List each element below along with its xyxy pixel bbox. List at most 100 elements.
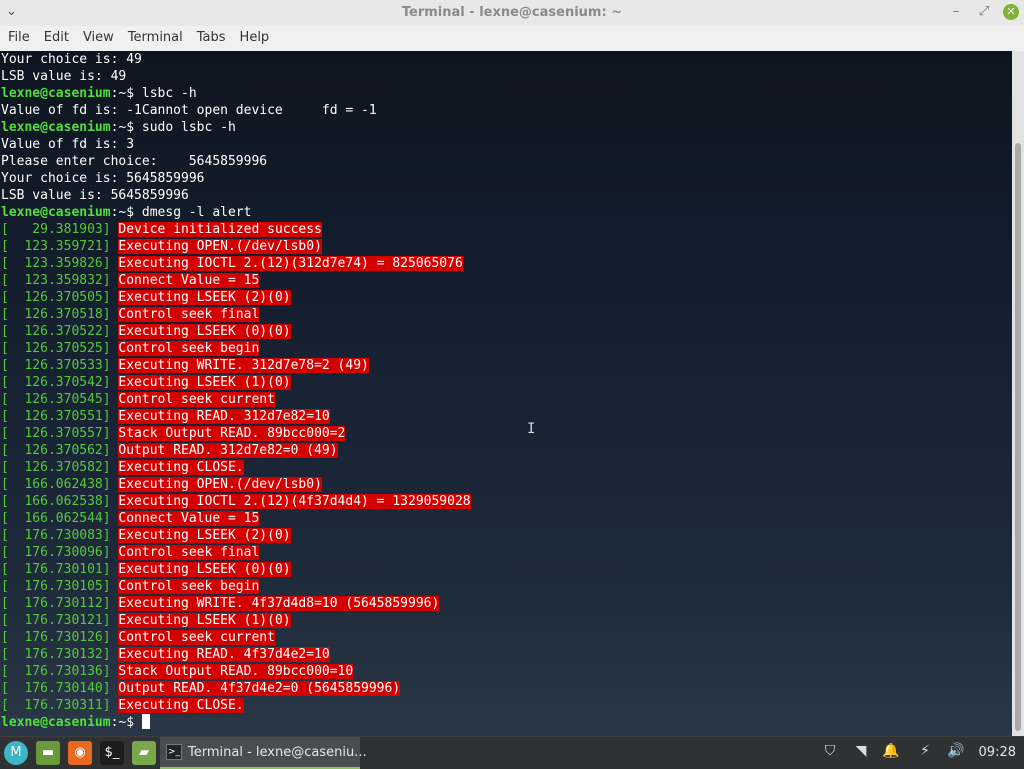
prompt-user-host: lexne@casenium: [1, 715, 111, 730]
prompt-user-host: lexne@casenium: [1, 205, 111, 220]
dmesg-message: Executing OPEN.(/dev/lsb0): [118, 477, 322, 492]
dmesg-timestamp: [ 126.370545]: [1, 392, 119, 407]
dmesg-message: Stack Output READ. 89bcc000=2: [118, 426, 346, 441]
dmesg-line: [ 166.062438] Executing OPEN.(/dev/lsb0): [1, 476, 471, 493]
dmesg-line: [ 126.370522] Executing LSEEK (0)(0): [1, 323, 471, 340]
dmesg-message: Control seek begin: [118, 579, 260, 594]
menu-view[interactable]: View: [75, 26, 120, 51]
terminal-output-line: Your choice is: 49: [1, 52, 142, 67]
dmesg-message: Control seek current: [118, 392, 275, 407]
dmesg-line: [ 126.370533] Executing WRITE. 312d7e78=…: [1, 357, 471, 374]
terminal-cursor: [141, 714, 150, 729]
dmesg-message: Executing WRITE. 4f37d4d8=10 (5645859996…: [118, 596, 440, 611]
terminal-command-line: lexne@casenium:~$ sudo lsbc -h: [1, 119, 471, 136]
dmesg-timestamp: [ 126.370505]: [1, 290, 119, 305]
terminal-output-line: Value of fd is: -1Cannot open device fd …: [1, 103, 377, 118]
menu-edit[interactable]: Edit: [36, 26, 75, 51]
dmesg-line: [ 176.730140] Output READ. 4f37d4e2=0 (5…: [1, 680, 471, 697]
menu-tabs[interactable]: Tabs: [189, 26, 232, 51]
dmesg-message: Executing WRITE. 312d7e78=2 (49): [118, 358, 369, 373]
dmesg-timestamp: [ 166.062544]: [1, 511, 119, 526]
firefox-icon[interactable]: ◉: [68, 741, 92, 765]
dmesg-line: [ 176.730126] Control seek current: [1, 629, 471, 646]
dmesg-timestamp: [ 166.062538]: [1, 494, 119, 509]
dmesg-timestamp: [ 126.370518]: [1, 307, 119, 322]
dmesg-line: [ 29.381903] Device initialized success: [1, 221, 471, 238]
terminal-scrollbar[interactable]: [1012, 51, 1024, 736]
taskbar-task-label: Terminal - lexne@caseniu...: [188, 745, 367, 760]
dmesg-message: Control seek final: [118, 545, 260, 560]
taskbar: M ▬ ◉ $_ ▰ >_ Terminal - lexne@caseniu... ⛉ ◥…: [0, 736, 1024, 769]
dmesg-timestamp: [ 126.370557]: [1, 426, 119, 441]
menu-terminal[interactable]: Terminal: [120, 26, 189, 51]
notifications-bell-icon[interactable]: 🔔: [881, 743, 901, 759]
dmesg-timestamp: [ 126.370562]: [1, 443, 119, 458]
terminal-launcher-icon[interactable]: $_: [100, 741, 124, 765]
dmesg-line: [ 176.730121] Executing LSEEK (1)(0): [1, 612, 471, 629]
dmesg-timestamp: [ 126.370533]: [1, 358, 119, 373]
prompt-suffix: :~$: [110, 205, 142, 220]
terminal-output-line: LSB value is: 5645859996: [1, 188, 189, 203]
terminal-command-line: lexne@casenium:~$: [1, 714, 471, 731]
terminal-output-line: Value of fd is: 3: [1, 137, 135, 152]
dmesg-timestamp: [ 176.730105]: [1, 579, 119, 594]
taskbar-terminal-task[interactable]: >_ Terminal - lexne@caseniu...: [160, 737, 367, 769]
power-icon[interactable]: ⚡: [915, 743, 935, 759]
dmesg-line: [ 176.730096] Control seek final: [1, 544, 471, 561]
prompt-suffix: :~$: [110, 715, 142, 730]
dmesg-timestamp: [ 176.730083]: [1, 528, 119, 543]
dmesg-timestamp: [ 176.730121]: [1, 613, 119, 628]
terminal-command-line: lexne@casenium:~$ dmesg -l alert: [1, 204, 471, 221]
dmesg-message: Connect Value = 15: [118, 511, 260, 526]
minimize-icon[interactable]: –: [948, 4, 964, 19]
volume-icon[interactable]: 🔊: [946, 743, 966, 759]
dmesg-line: [ 126.370518] Control seek final: [1, 306, 471, 323]
show-desktop-icon[interactable]: ▬: [36, 741, 60, 765]
shield-icon[interactable]: ⛉: [820, 743, 840, 759]
dmesg-line: [ 176.730132] Executing READ. 4f37d4e2=1…: [1, 646, 471, 663]
files-icon[interactable]: ▰: [132, 741, 156, 765]
dmesg-timestamp: [ 176.730136]: [1, 664, 119, 679]
dmesg-timestamp: [ 126.370551]: [1, 409, 119, 424]
dmesg-message: Executing CLOSE.: [118, 460, 244, 475]
dmesg-line: [ 166.062544] Connect Value = 15: [1, 510, 471, 527]
dmesg-timestamp: [ 123.359721]: [1, 239, 119, 254]
dmesg-line: [ 126.370557] Stack Output READ. 89bcc00…: [1, 425, 471, 442]
dmesg-line: [ 123.359826] Executing IOCTL 2.(12)(312…: [1, 255, 471, 272]
menu-file[interactable]: File: [0, 26, 36, 51]
dmesg-line: [ 126.370525] Control seek begin: [1, 340, 471, 357]
command-text: lsbc -h: [141, 86, 197, 101]
command-text: dmesg -l alert: [141, 205, 252, 220]
window-titlebar[interactable]: ⌄ Terminal - lexne@casenium: ~ – ⤢ ✕: [0, 0, 1024, 27]
close-icon[interactable]: ✕: [1003, 4, 1019, 20]
dmesg-message: Executing LSEEK (2)(0): [118, 290, 291, 305]
scrollbar-thumb[interactable]: [1015, 143, 1021, 731]
dmesg-timestamp: [ 29.381903]: [1, 222, 119, 237]
dmesg-message: Executing LSEEK (2)(0): [118, 528, 291, 543]
dmesg-line: [ 166.062538] Executing IOCTL 2.(12)(4f3…: [1, 493, 471, 510]
clock[interactable]: 09:28: [979, 745, 1016, 760]
dmesg-timestamp: [ 166.062438]: [1, 477, 119, 492]
dmesg-message: Executing OPEN.(/dev/lsb0): [118, 239, 322, 254]
dmesg-message: Stack Output READ. 89bcc000=10: [118, 664, 354, 679]
dmesg-message: Output READ. 4f37d4e2=0 (5645859996): [118, 681, 401, 696]
dmesg-message: Output READ. 312d7e82=0 (49): [118, 443, 338, 458]
terminal-output[interactable]: Your choice is: 49 LSB value is: 49 lexne@…: [0, 51, 1012, 736]
terminal-lines: Your choice is: 49 LSB value is: 49 lexne@…: [1, 51, 471, 731]
dmesg-timestamp: [ 176.730096]: [1, 545, 119, 560]
dmesg-line: [ 176.730105] Control seek begin: [1, 578, 471, 595]
dmesg-message: Executing CLOSE.: [118, 698, 244, 713]
dmesg-timestamp: [ 176.730140]: [1, 681, 119, 696]
dmesg-message: Executing LSEEK (0)(0): [118, 324, 291, 339]
dmesg-line: [ 123.359832] Connect Value = 15: [1, 272, 471, 289]
maximize-icon[interactable]: ⤢: [976, 4, 992, 19]
dmesg-timestamp: [ 176.730112]: [1, 596, 119, 611]
menu-help[interactable]: Help: [232, 26, 276, 51]
dmesg-message: Executing LSEEK (0)(0): [118, 562, 291, 577]
mint-menu-icon[interactable]: M: [4, 741, 28, 765]
dmesg-timestamp: [ 126.370522]: [1, 324, 119, 339]
wifi-icon[interactable]: ◥: [851, 743, 871, 759]
prompt-suffix: :~$: [110, 120, 142, 135]
dmesg-line: [ 126.370542] Executing LSEEK (1)(0): [1, 374, 471, 391]
dmesg-timestamp: [ 126.370582]: [1, 460, 119, 475]
